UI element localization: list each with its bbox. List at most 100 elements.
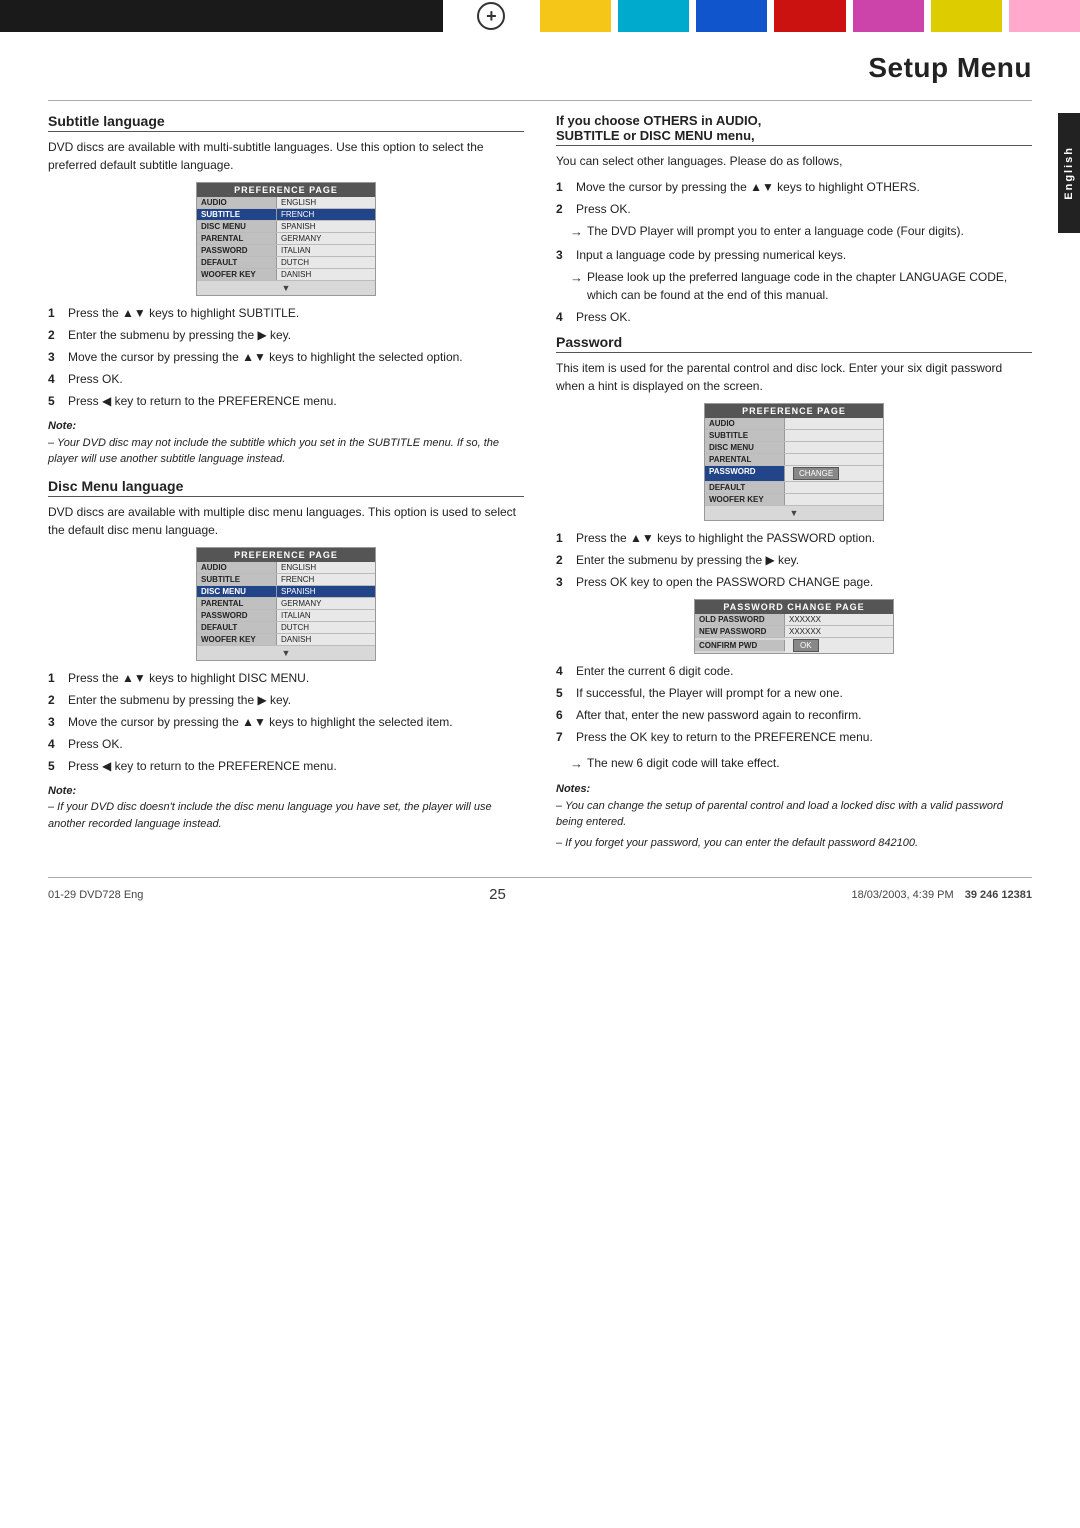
password-step-2: 2 Enter the submenu by pressing the ▶ ke…: [556, 551, 1032, 569]
others-step-2: 2 Press OK.: [556, 200, 1032, 218]
subtitle-note: Note: – Your DVD disc may not include th…: [48, 418, 524, 468]
password-steps-2: 4 Enter the current 6 digit code. 5 If s…: [556, 662, 1032, 746]
discmenu-step-2: 2 Enter the submenu by pressing the ▶ ke…: [48, 691, 524, 709]
pref-row-discmenu-1: DISC MENU SPANISH: [197, 221, 375, 233]
bar-gap-2: [513, 0, 540, 32]
password-step-7: 7 Press the OK key to return to the PREF…: [556, 728, 1032, 746]
password-change-pane: PASSWORD CHANGE PAGE OLD PASSWORD XXXXXX…: [694, 599, 894, 654]
bar-black-3: [266, 0, 355, 32]
others-arrow-note-1: → The DVD Player will prompt you to ente…: [570, 222, 1032, 242]
pref-row-default-1: DEFAULT DUTCH: [197, 257, 375, 269]
pref-row-subtitle-1: SUBTITLE FRENCH: [197, 209, 375, 221]
subtitle-language-section: Subtitle language DVD discs are availabl…: [48, 113, 524, 468]
discmenu-note: Note: – If your DVD disc doesn't include…: [48, 783, 524, 833]
top-color-bar: [0, 0, 1080, 32]
bar-gap-8: [1002, 0, 1009, 32]
password-step-4: 4 Enter the current 6 digit code.: [556, 662, 1032, 680]
disc-menu-language-section: Disc Menu language DVD discs are availab…: [48, 478, 524, 833]
password-notes: Notes: – You can change the setup of par…: [556, 781, 1032, 851]
discmenu-step-4: 4 Press OK.: [48, 735, 524, 753]
pwd-new-row: NEW PASSWORD XXXXXX: [695, 626, 893, 638]
bar-black-2: [177, 0, 266, 32]
discmenu-pref-pane: PREFERENCE PAGE AUDIO ENGLISH SUBTITLE F…: [196, 547, 376, 661]
pref-row-woofer-1: WOOFER KEY DANISH: [197, 269, 375, 281]
bottom-right-text: 18/03/2003, 4:39 PM 39 246 12381: [852, 889, 1033, 901]
bar-gap-6: [846, 0, 853, 32]
disc-menu-heading: Disc Menu language: [48, 478, 524, 497]
crosshair-area: [469, 0, 513, 32]
bar-gap-4: [689, 0, 696, 32]
pwd-pref-parental: PARENTAL: [705, 454, 883, 466]
page-number-center: 25: [489, 886, 506, 903]
bottom-bar: 01-29 DVD728 Eng 25 18/03/2003, 4:39 PM …: [48, 877, 1032, 907]
discmenu-pref-title: PREFERENCE PAGE: [197, 548, 375, 562]
subtitle-step-3: 3 Move the cursor by pressing the ▲▼ key…: [48, 348, 524, 366]
bar-gap-3: [611, 0, 618, 32]
bar-yellow: [540, 0, 611, 32]
bar-cyan: [618, 0, 689, 32]
password-step-1: 1 Press the ▲▼ keys to highlight the PAS…: [556, 529, 1032, 547]
pref-row-subtitle-2: SUBTITLE FRENCH: [197, 574, 375, 586]
english-tab: English: [1058, 113, 1080, 233]
pref-row-discmenu-2: DISC MENU SPANISH: [197, 586, 375, 598]
disc-menu-description: DVD discs are available with multiple di…: [48, 503, 524, 539]
bar-yellow2: [931, 0, 1002, 32]
pref-row-password-1: PASSWORD ITALIAN: [197, 245, 375, 257]
bar-pink: [1009, 0, 1080, 32]
pwd-confirm-row: CONFIRM PWD OK: [695, 638, 893, 653]
subtitle-steps: 1 Press the ▲▼ keys to highlight SUBTITL…: [48, 304, 524, 410]
main-content: Subtitle language DVD discs are availabl…: [48, 113, 1032, 861]
password-pref-title: PREFERENCE PAGE: [705, 404, 883, 418]
password-arrow-note: → The new 6 digit code will take effect.: [570, 754, 1032, 774]
subtitle-step-4: 4 Press OK.: [48, 370, 524, 388]
pref-arrow-2: ▼: [197, 646, 375, 660]
pwd-change-title: PASSWORD CHANGE PAGE: [695, 600, 893, 614]
barcode-text: 39 246 12381: [965, 889, 1032, 901]
change-button[interactable]: CHANGE: [793, 467, 839, 480]
pref-row-woofer-2: WOOFER KEY DANISH: [197, 634, 375, 646]
subtitle-step-2: 2 Enter the submenu by pressing the ▶ ke…: [48, 326, 524, 344]
subtitle-pref-pane: PREFERENCE PAGE AUDIO ENGLISH SUBTITLE F…: [196, 182, 376, 296]
bar-red: [774, 0, 845, 32]
discmenu-step-3: 3 Move the cursor by pressing the ▲▼ key…: [48, 713, 524, 731]
title-divider: [48, 100, 1032, 101]
pwd-ok-button[interactable]: OK: [793, 639, 819, 652]
others-section: If you choose OTHERS in AUDIO,SUBTITLE o…: [556, 113, 1032, 326]
pref-row-parental-2: PARENTAL GERMANY: [197, 598, 375, 610]
bar-gap-1: [443, 0, 470, 32]
subtitle-step-5: 5 Press ◀ key to return to the PREFERENC…: [48, 392, 524, 410]
bar-black-4: [354, 0, 443, 32]
discmenu-steps: 1 Press the ▲▼ keys to highlight DISC ME…: [48, 669, 524, 775]
pwd-pref-discmenu: DISC MENU: [705, 442, 883, 454]
subtitle-pref-title: PREFERENCE PAGE: [197, 183, 375, 197]
english-tab-label: English: [1063, 146, 1075, 200]
page-content: Setup Menu Subtitle language DVD discs a…: [0, 32, 1080, 907]
pwd-pref-woofer: WOOFER KEY: [705, 494, 883, 506]
subtitle-language-description: DVD discs are available with multi-subti…: [48, 138, 524, 174]
password-pref-pane: PREFERENCE PAGE AUDIO SUBTITLE DISC MENU: [704, 403, 884, 521]
others-step-3: 3 Input a language code by pressing nume…: [556, 246, 1032, 264]
subtitle-step-1: 1 Press the ▲▼ keys to highlight SUBTITL…: [48, 304, 524, 322]
right-column: English If you choose OTHERS in AUDIO,SU…: [556, 113, 1032, 861]
bar-magenta: [853, 0, 924, 32]
password-step-3: 3 Press OK key to open the PASSWORD CHAN…: [556, 573, 1032, 591]
others-description: You can select other languages. Please d…: [556, 152, 1032, 170]
others-steps: 1 Move the cursor by pressing the ▲▼ key…: [556, 178, 1032, 326]
pref-row-audio-1: AUDIO ENGLISH: [197, 197, 375, 209]
pwd-pref-audio: AUDIO: [705, 418, 883, 430]
pref-arrow-3: ▼: [705, 506, 883, 520]
password-steps-1: 1 Press the ▲▼ keys to highlight the PAS…: [556, 529, 1032, 591]
page-title: Setup Menu: [48, 52, 1032, 84]
crosshair-icon: [477, 2, 505, 30]
pref-row-parental-1: PARENTAL GERMANY: [197, 233, 375, 245]
bar-blue: [696, 0, 767, 32]
subtitle-language-heading: Subtitle language: [48, 113, 524, 132]
pwd-pref-subtitle: SUBTITLE: [705, 430, 883, 442]
bar-gap-7: [924, 0, 931, 32]
pwd-pref-default: DEFAULT: [705, 482, 883, 494]
password-step-5: 5 If successful, the Player will prompt …: [556, 684, 1032, 702]
pwd-old-row: OLD PASSWORD XXXXXX: [695, 614, 893, 626]
bar-gap-5: [767, 0, 774, 32]
pwd-pref-password: PASSWORD CHANGE: [705, 466, 883, 482]
pref-row-audio-2: AUDIO ENGLISH: [197, 562, 375, 574]
